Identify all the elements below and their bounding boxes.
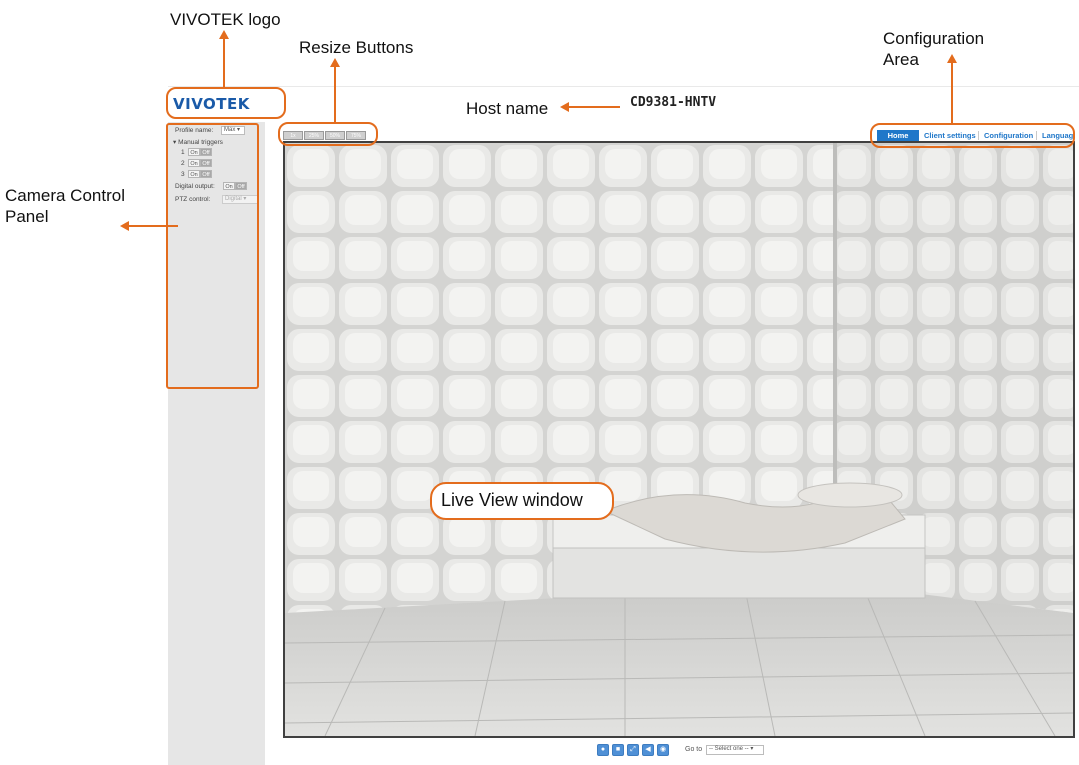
annotation-config-label-2: Area <box>883 50 919 69</box>
host-name: CD9381-HNTV <box>630 95 717 110</box>
annotation-camera-panel-box <box>166 123 259 389</box>
header-divider <box>168 86 1079 87</box>
full-screen-icon: ⤢ <box>630 746 636 753</box>
annotation-arrow-line <box>223 38 225 88</box>
volume-button[interactable]: ◀ <box>642 744 654 756</box>
annotation-arrow-line <box>568 106 620 108</box>
record-icon: ■ <box>615 746 621 753</box>
record-button[interactable]: ■ <box>612 744 624 756</box>
annotation-config-box <box>870 123 1075 148</box>
annotation-config-label-1: Configuration <box>883 29 985 48</box>
volume-icon: ◀ <box>645 746 651 753</box>
live-view-window[interactable] <box>283 141 1075 738</box>
snapshot-button[interactable]: ● <box>597 744 609 756</box>
goto-label: Go to <box>685 746 703 753</box>
annotation-hostname-label: Host name <box>466 99 549 118</box>
goto-select[interactable]: -- Select one -- ▾ <box>706 745 764 755</box>
annotation-resize-label: Resize Buttons <box>299 38 414 57</box>
annotation-camera-panel-label-1: Camera Control <box>5 186 125 205</box>
talk-icon: ◉ <box>659 746 667 753</box>
annotation-arrow-line <box>951 62 953 124</box>
annotation-arrow-line <box>334 66 336 123</box>
annotation-camera-panel-label-2: Panel <box>5 207 49 226</box>
annotation-resize-box <box>278 122 378 146</box>
annotation-logo-box <box>166 87 286 119</box>
talk-button[interactable]: ◉ <box>657 744 669 756</box>
full-screen-button[interactable]: ⤢ <box>627 744 639 756</box>
annotation-live-view-label: Live View window <box>441 490 583 510</box>
live-view-image <box>285 143 1073 736</box>
annotation-logo-label: VIVOTEK logo <box>170 10 281 29</box>
camera-icon: ● <box>600 746 606 753</box>
